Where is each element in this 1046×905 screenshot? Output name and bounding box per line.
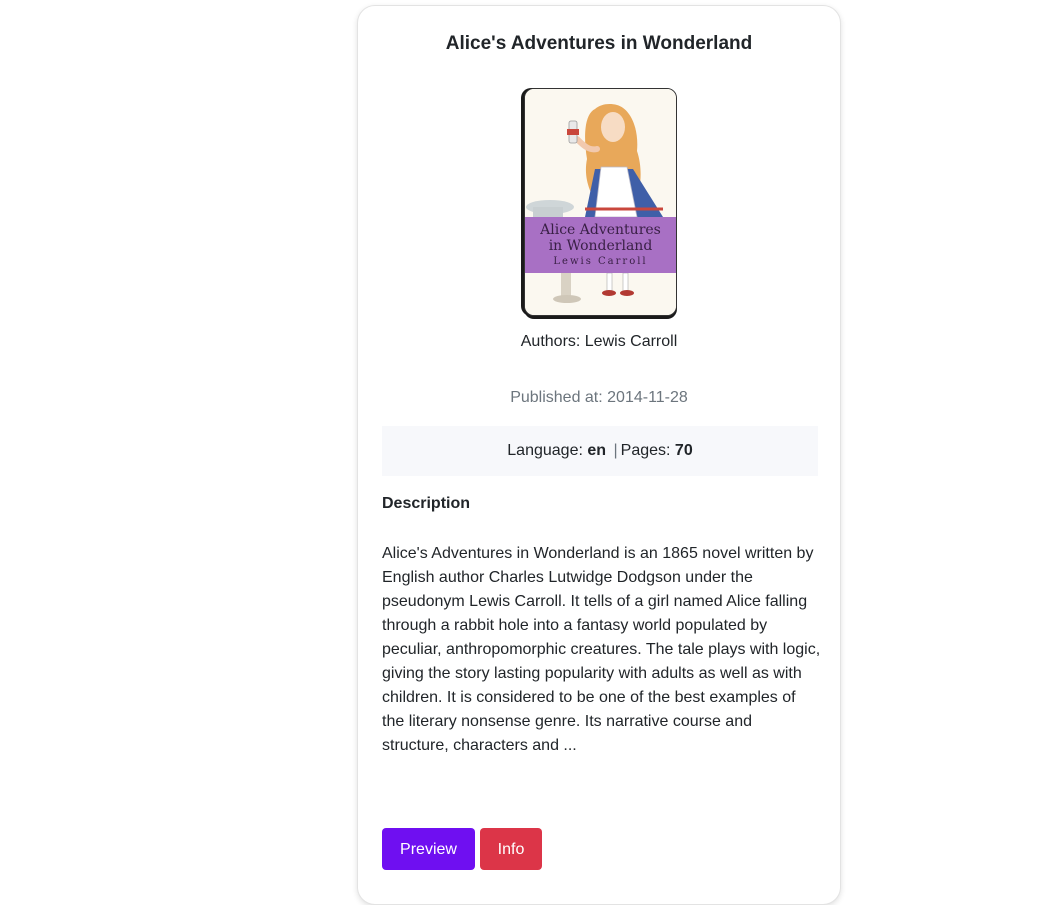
pages-label: Pages: <box>620 442 671 459</box>
cover-title-line2: in Wonderland <box>548 238 653 254</box>
pages-value: 70 <box>674 442 693 459</box>
book-published-date: Published at: 2014-11-28 <box>510 389 688 406</box>
cover-author: Lewis Carroll <box>553 256 648 267</box>
cover-illustration <box>525 89 676 315</box>
book-cover-image: Alice Adventures in Wonderland Lewis Car… <box>524 88 677 316</box>
book-description: Alice's Adventures in Wonderland is an 1… <box>382 545 821 754</box>
language-label: Language: <box>507 442 583 459</box>
book-card: Alice's Adventures in Wonderland Alice A… <box>357 5 841 905</box>
preview-button[interactable]: Preview <box>382 828 475 870</box>
cover-title: Alice Adventures in Wonderland <box>525 222 676 254</box>
book-authors: Authors: Lewis Carroll <box>520 333 678 350</box>
language-value: en <box>587 442 607 459</box>
description-heading: Description <box>382 495 471 512</box>
book-meta-bar: Language: en | Pages: 70 <box>382 426 818 476</box>
info-button[interactable]: Info <box>480 828 542 870</box>
meta-separator: | <box>613 442 618 459</box>
cover-title-line1: Alice Adventures <box>540 222 661 238</box>
book-title: Alice's Adventures in Wonderland <box>445 33 753 54</box>
